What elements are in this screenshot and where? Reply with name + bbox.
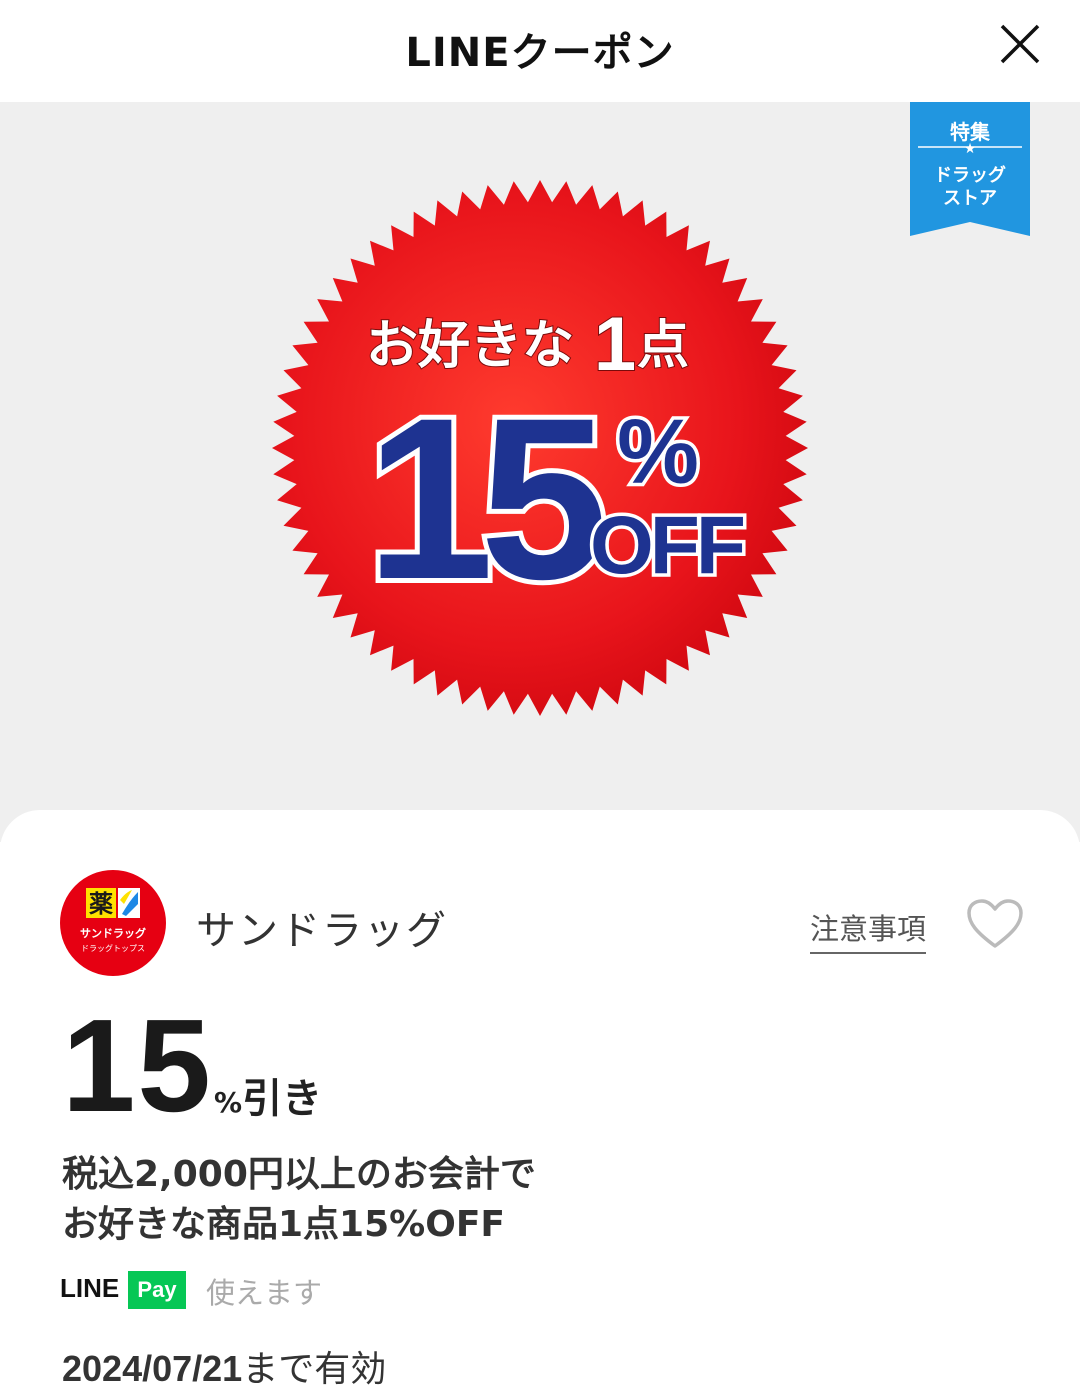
description-line1: 税込2,000円以上のお会計で xyxy=(62,1154,536,1195)
coupon-description: 税込2,000円以上のお会計で お好きな商品1点15%OFF xyxy=(62,1150,762,1250)
ribbon-top-label: 特集 xyxy=(950,120,990,144)
discount-value: 15 xyxy=(62,992,213,1139)
description-line2: お好きな商品1点15%OFF xyxy=(62,1204,506,1245)
logo-line2: ドラッグトップス xyxy=(81,943,145,953)
page-title: LINEクーポン xyxy=(405,30,675,76)
favorite-heart-icon[interactable] xyxy=(966,898,1024,950)
burst-number-text: 15 xyxy=(366,370,602,627)
burst-off-text: OFF xyxy=(590,500,744,591)
valid-suffix: まで有効 xyxy=(242,1349,387,1390)
line-pay-badge: Pay xyxy=(128,1271,186,1309)
header-bar: LINEクーポン xyxy=(0,0,1080,102)
valid-date: 2024/07/21 xyxy=(62,1348,243,1389)
logo-kanji: 薬 xyxy=(89,890,113,918)
discount-percent: % xyxy=(214,1086,243,1119)
discount-burst: お好きな 1 点 15 % OFF xyxy=(272,180,808,716)
burst-line1-text: お好きな xyxy=(366,316,574,376)
store-name[interactable]: サンドラッグ xyxy=(196,898,448,956)
logo-line1: サンドラッグ xyxy=(80,926,146,940)
discount-suffix: 引き xyxy=(242,1076,323,1122)
ribbon-line2: ストア xyxy=(943,188,997,209)
burst-point-text: 点 xyxy=(637,316,689,376)
discount-unit: %引き xyxy=(214,1066,322,1124)
line-pay-status: 使えます xyxy=(206,1276,323,1310)
burst-one-text: 1 xyxy=(594,302,636,387)
line-pay-brand: LINE xyxy=(60,1273,120,1303)
validity-period: 2024/07/21まで有効 xyxy=(62,1340,386,1392)
notes-link[interactable]: 注意事項 xyxy=(810,906,927,954)
close-icon[interactable] xyxy=(996,20,1044,68)
store-logo: 薬 サンドラッグ ドラッグトップス xyxy=(60,870,166,976)
burst-percent-text: % xyxy=(617,401,699,503)
